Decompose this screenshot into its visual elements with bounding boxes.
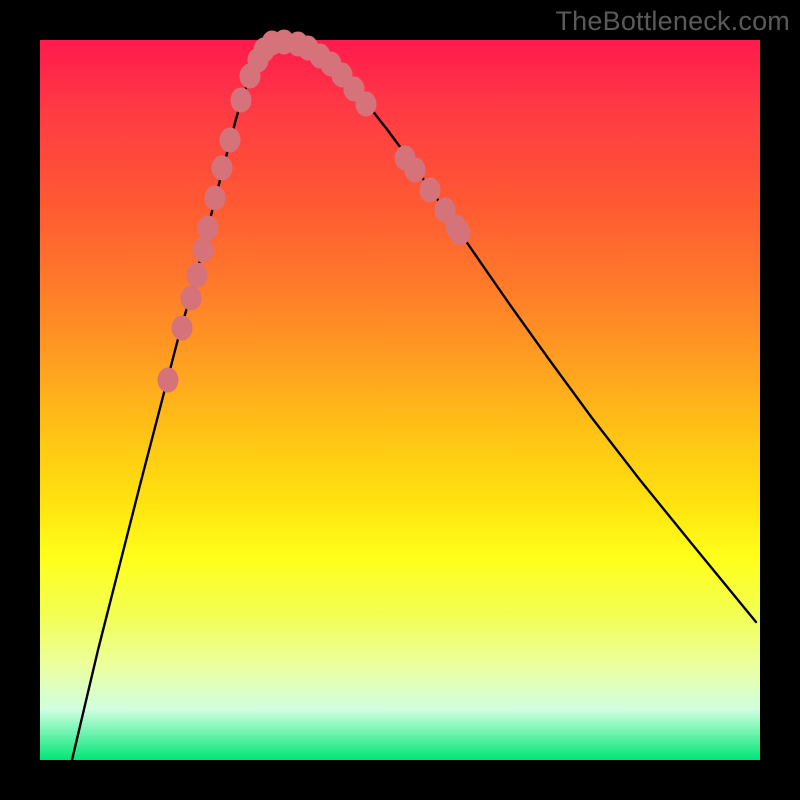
data-point bbox=[450, 221, 470, 245]
data-point bbox=[205, 186, 225, 210]
data-point bbox=[356, 92, 376, 116]
data-point bbox=[212, 156, 232, 180]
curve-svg bbox=[40, 40, 760, 760]
data-point bbox=[405, 158, 425, 182]
data-point bbox=[187, 263, 207, 287]
bottleneck-curve bbox=[72, 42, 756, 760]
data-point bbox=[158, 368, 178, 392]
data-points-group bbox=[158, 30, 470, 392]
data-point bbox=[220, 128, 240, 152]
data-point bbox=[420, 178, 440, 202]
chart-frame: TheBottleneck.com bbox=[0, 0, 800, 800]
data-point bbox=[172, 316, 192, 340]
data-point bbox=[193, 238, 213, 262]
data-point bbox=[231, 88, 251, 112]
watermark-text: TheBottleneck.com bbox=[555, 6, 790, 37]
data-point bbox=[181, 286, 201, 310]
plot-area bbox=[40, 40, 760, 760]
data-point bbox=[198, 216, 218, 240]
data-point bbox=[310, 44, 330, 68]
